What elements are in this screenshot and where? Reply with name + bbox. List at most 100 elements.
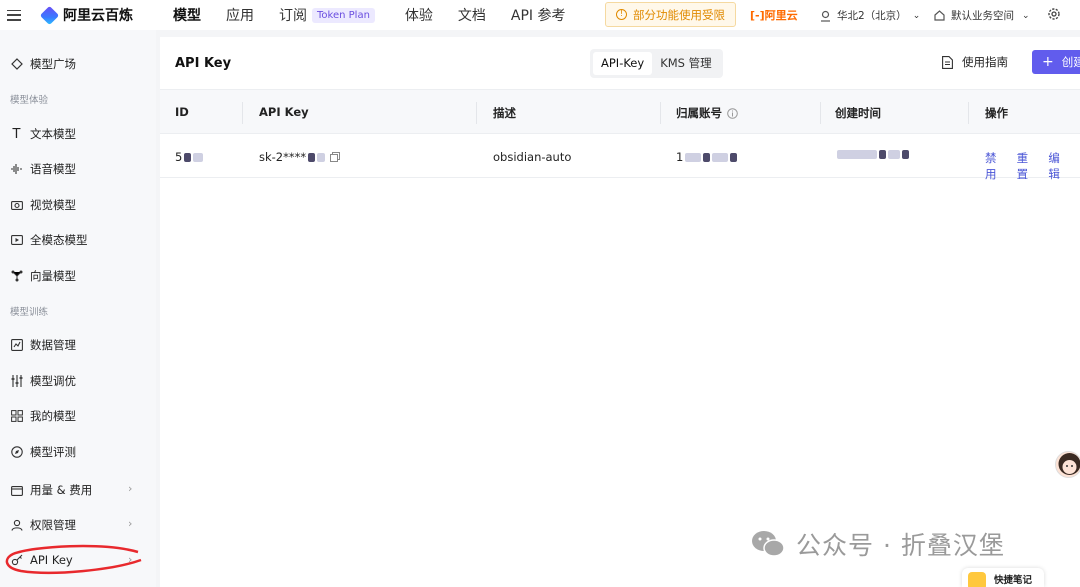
wechat-watermark: 公众号 · 折叠汉堡	[750, 526, 1005, 562]
sidebar-item-data-management[interactable]: 数据管理	[10, 337, 76, 353]
sidebar-item-usage-billing[interactable]: 用量 & 费用	[10, 482, 92, 498]
restricted-warning-button[interactable]: ! 部分功能使用受限	[605, 2, 736, 27]
cell-api-key: sk-2****	[259, 150, 341, 164]
tab-api-key[interactable]: API-Key	[593, 52, 653, 75]
chevron-right-icon[interactable]: ›	[128, 482, 132, 495]
nav-experience[interactable]: 体验	[405, 5, 433, 25]
edit-link[interactable]: 编辑	[1048, 150, 1070, 182]
sidebar-item-label: 模型广场	[30, 57, 76, 71]
quick-note-label: 快捷笔记	[994, 575, 1033, 586]
logo[interactable]: 阿里云百炼	[39, 5, 133, 25]
quick-note-widget[interactable]: 快捷笔记	[962, 568, 1044, 587]
nav-label: API 参考	[510, 8, 566, 24]
sidebar-item-label: 文本模型	[30, 127, 76, 141]
main-panel: API Key API-Key KMS 管理 使用指南 + 创建 ID API …	[160, 37, 1080, 587]
sidebar-item-audio-model[interactable]: 语音模型	[10, 161, 76, 177]
nav-subscribe[interactable]: 订阅 Token Plan	[279, 5, 375, 25]
page-title: API Key	[175, 56, 232, 71]
disable-link[interactable]: 禁用	[985, 150, 1007, 182]
chevron-right-icon[interactable]: ›	[128, 517, 132, 530]
guide-label: 使用指南	[962, 55, 1008, 69]
sidebar-item-vision-model[interactable]: 视觉模型	[10, 197, 76, 213]
workspace-selector[interactable]: 默认业务空间 ⌄	[934, 8, 1030, 23]
cell-api-key-value: sk-2****	[259, 150, 307, 164]
omni-icon	[10, 234, 23, 247]
column-divider	[968, 102, 969, 124]
tab-kms[interactable]: KMS 管理	[652, 52, 719, 75]
sidebar-item-model-square[interactable]: 模型广场	[10, 56, 76, 72]
cell-id: 5	[175, 150, 204, 164]
user-icon	[10, 519, 23, 532]
reset-link[interactable]: 重置	[1017, 150, 1039, 182]
home-icon	[934, 10, 945, 21]
sidebar-item-vector-model[interactable]: 向量模型	[10, 268, 76, 284]
redacted-block	[712, 152, 729, 162]
redacted-block	[888, 150, 900, 159]
assistant-avatar[interactable]	[1055, 451, 1080, 478]
create-api-key-button[interactable]: + 创建	[1032, 50, 1080, 74]
sidebar-item-label: 模型评测	[30, 445, 76, 459]
cell-actions: 禁用 重置 编辑	[985, 150, 1080, 182]
cell-id-value: 5	[175, 150, 183, 164]
table-header: ID API Key 描述 归属账号 创建时间 操作	[160, 89, 1080, 134]
sidebar-item-label: 全模态模型	[30, 233, 88, 247]
redacted-block	[730, 152, 738, 162]
cell-account-value: 1	[676, 150, 684, 164]
region-selector[interactable]: 华北2（北京） ⌄	[820, 8, 920, 23]
menu-icon[interactable]	[7, 9, 21, 21]
text-icon: T	[12, 126, 21, 142]
sidebar-item-text-model[interactable]: T 文本模型	[10, 126, 76, 142]
column-header-account: 归属账号	[676, 105, 738, 121]
nav-label: 体验	[404, 8, 433, 24]
tab-switcher: API-Key KMS 管理	[590, 49, 723, 78]
logo-text: 阿里云百炼	[63, 8, 133, 24]
copy-icon[interactable]	[330, 152, 341, 162]
column-divider	[242, 102, 243, 124]
sidebar-item-label: 我的模型	[30, 409, 76, 423]
chevron-down-icon: ⌄	[912, 10, 921, 21]
sidebar-item-tuning[interactable]: 模型调优	[10, 373, 76, 389]
redacted-block	[193, 152, 204, 162]
nav-model[interactable]: 模型	[173, 5, 201, 25]
nav-api-reference[interactable]: API 参考	[511, 5, 566, 25]
sidebar-item-permissions[interactable]: 权限管理	[10, 517, 76, 533]
document-icon	[942, 55, 953, 69]
redacted-block	[902, 150, 909, 159]
column-header-description: 描述	[493, 106, 516, 120]
aliyun-brand[interactable]: [-]阿里云	[750, 7, 798, 23]
redacted-block	[879, 150, 886, 159]
sidebar-item-evaluation[interactable]: 模型评测	[10, 444, 76, 460]
model-square-icon	[10, 58, 23, 71]
avatar-face-icon	[1058, 453, 1080, 475]
redacted-block	[308, 152, 316, 162]
sidebar-item-omni-model[interactable]: 全模态模型	[10, 232, 88, 248]
location-icon	[821, 10, 830, 22]
redacted-block	[703, 152, 711, 162]
vector-icon	[10, 270, 23, 283]
nav-docs[interactable]: 文档	[458, 5, 486, 25]
redacted-block	[837, 150, 877, 159]
cell-description: obsidian-auto	[493, 150, 572, 164]
plus-icon: +	[1042, 54, 1054, 70]
guide-link[interactable]: 使用指南	[942, 54, 1008, 70]
column-header-api-key: API Key	[259, 105, 309, 119]
nav-app[interactable]: 应用	[226, 5, 254, 25]
info-icon[interactable]	[727, 107, 738, 119]
redacted-block	[685, 152, 702, 162]
sidebar-item-label: 语音模型	[30, 162, 76, 176]
region-label: 华北2（北京）	[837, 10, 907, 22]
audio-wave-icon	[10, 163, 23, 176]
sidebar-item-label: 权限管理	[30, 518, 76, 532]
create-label: 创建	[1061, 55, 1080, 69]
top-bar: 阿里云百炼 模型 应用 订阅 Token Plan 体验 文档 API 参考 ! …	[0, 0, 1080, 30]
table-row: 5 sk-2**** obsidian-auto 1 禁用 重置 编辑	[160, 134, 1080, 181]
red-annotation-circle	[5, 544, 142, 575]
gear-icon[interactable]	[1046, 6, 1062, 22]
sidebar-item-my-models[interactable]: 我的模型	[10, 408, 76, 424]
sidebar-item-label: 数据管理	[30, 338, 76, 352]
cell-account: 1	[676, 150, 738, 164]
redacted-block	[184, 152, 192, 162]
compass-icon	[10, 446, 23, 459]
camera-icon	[10, 199, 23, 212]
token-plan-tag: Token Plan	[312, 7, 375, 23]
